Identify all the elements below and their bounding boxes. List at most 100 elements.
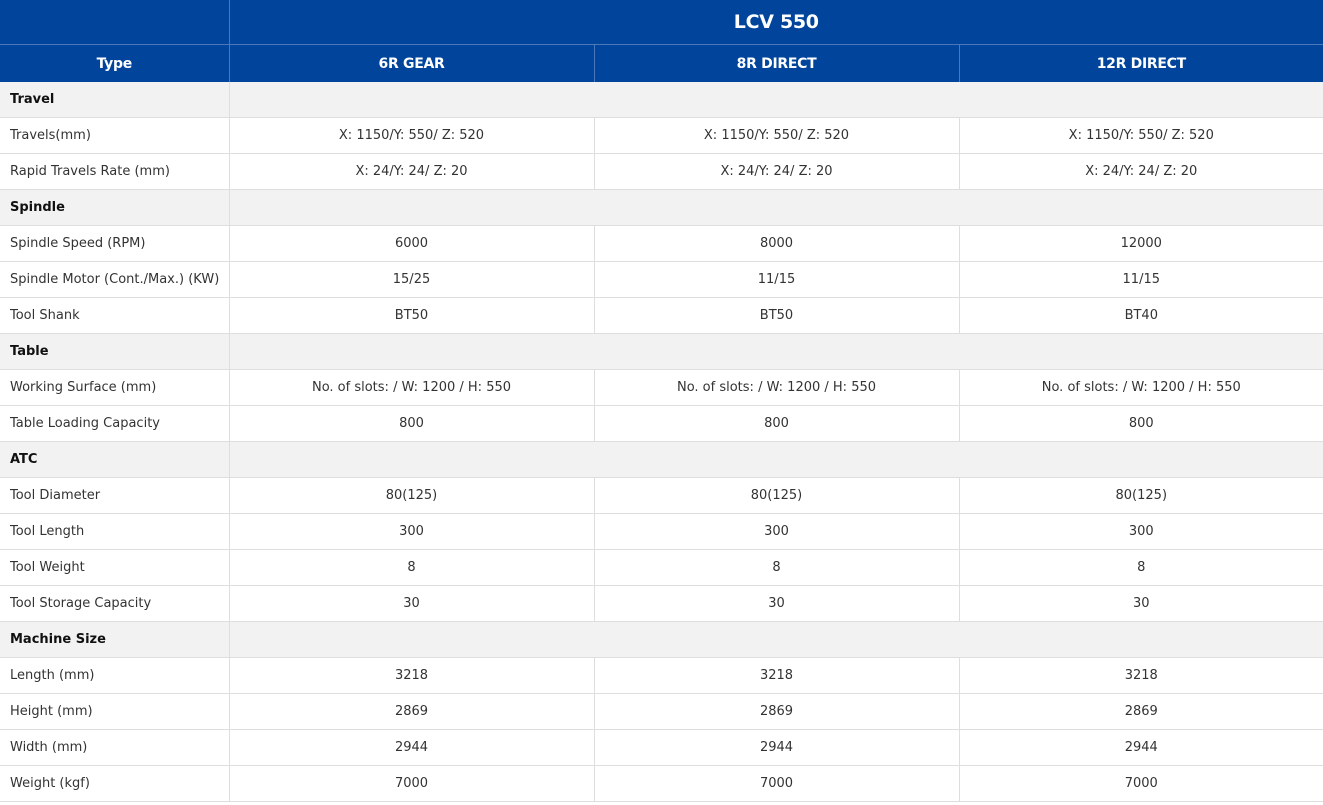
table-row: Working Surface (mm) No. of slots: / W: 1… (0, 369, 1323, 406)
value-cell: 30 (594, 585, 960, 622)
value-cell: 7000 (959, 765, 1323, 802)
section-row: Travel (0, 82, 1323, 118)
table-row: Tool Length 300 300 300 (0, 513, 1323, 550)
value-cell: 2944 (959, 729, 1323, 766)
row-label: Tool Storage Capacity (0, 585, 230, 622)
section-title: ATC (0, 441, 230, 478)
value-cell: 2944 (229, 729, 595, 766)
value-cell: No. of slots: / W: 1200 / H: 550 (594, 369, 960, 406)
value-cell: X: 1150/Y: 550/ Z: 520 (229, 117, 595, 154)
value-cell: X: 1150/Y: 550/ Z: 520 (594, 117, 960, 154)
value-cell: 2944 (594, 729, 960, 766)
row-label: Height (mm) (0, 693, 230, 730)
value-cell: 7000 (594, 765, 960, 802)
value-cell: BT50 (594, 297, 960, 334)
value-cell: 30 (959, 585, 1323, 622)
spec-table-body: Travel Travels(mm) X: 1150/Y: 550/ Z: 520 X… (0, 82, 1323, 802)
table-row: Length (mm) 3218 3218 3218 (0, 657, 1323, 694)
value-cell: X: 1150/Y: 550/ Z: 520 (959, 117, 1323, 154)
row-label: Weight (kgf) (0, 765, 230, 802)
header-columns-row: Type 6R GEAR 8R DIRECT 12R DIRECT (0, 44, 1323, 82)
table-row: Travels(mm) X: 1150/Y: 550/ Z: 520 X: 1150… (0, 117, 1323, 154)
value-cell: 800 (229, 405, 595, 442)
value-cell: 800 (959, 405, 1323, 442)
value-cell: 300 (594, 513, 960, 550)
row-label: Tool Length (0, 513, 230, 550)
row-label: Travels(mm) (0, 117, 230, 154)
table-row: Table Loading Capacity 800 800 800 (0, 405, 1323, 442)
table-row: Tool Weight 8 8 8 (0, 549, 1323, 586)
row-label: Working Surface (mm) (0, 369, 230, 406)
value-cell: 7000 (229, 765, 595, 802)
value-cell: No. of slots: / W: 1200 / H: 550 (959, 369, 1323, 406)
row-label: Tool Diameter (0, 477, 230, 514)
table-row: Tool Storage Capacity 30 30 30 (0, 585, 1323, 622)
column-header-type: Type (0, 44, 230, 82)
table-row: Rapid Travels Rate (mm) X: 24/Y: 24/ Z: 2… (0, 153, 1323, 190)
value-cell: 6000 (229, 225, 595, 262)
section-title: Travel (0, 82, 230, 118)
table-row: Spindle Motor (Cont./Max.) (KW) 15/25 11/1… (0, 261, 1323, 298)
value-cell: BT40 (959, 297, 1323, 334)
row-label: Table Loading Capacity (0, 405, 230, 442)
value-cell: 3218 (594, 657, 960, 694)
row-label: Length (mm) (0, 657, 230, 694)
row-label: Rapid Travels Rate (mm) (0, 153, 230, 190)
column-header-8r-direct: 8R DIRECT (594, 44, 960, 82)
value-cell: 8000 (594, 225, 960, 262)
section-filler-cell (229, 82, 1323, 118)
section-filler-cell (229, 441, 1323, 478)
table-row: Tool Diameter 80(125) 80(125) 80(125) (0, 477, 1323, 514)
row-label: Tool Shank (0, 297, 230, 334)
value-cell: 11/15 (594, 261, 960, 298)
section-filler-cell (229, 189, 1323, 226)
value-cell: X: 24/Y: 24/ Z: 20 (229, 153, 595, 190)
spec-table-header: LCV 550 Type 6R GEAR 8R DIRECT 12R DIREC… (0, 0, 1323, 82)
section-row: Machine Size (0, 621, 1323, 658)
table-row: Tool Shank BT50 BT50 BT40 (0, 297, 1323, 334)
header-corner-cell (0, 0, 230, 45)
value-cell: 8 (594, 549, 960, 586)
value-cell: 3218 (959, 657, 1323, 694)
spec-table: LCV 550 Type 6R GEAR 8R DIRECT 12R DIREC… (0, 0, 1323, 802)
value-cell: 30 (229, 585, 595, 622)
row-label: Tool Weight (0, 549, 230, 586)
value-cell: 2869 (959, 693, 1323, 730)
value-cell: 80(125) (594, 477, 960, 514)
section-row: Table (0, 333, 1323, 370)
section-title: Table (0, 333, 230, 370)
value-cell: 2869 (229, 693, 595, 730)
section-row: ATC (0, 441, 1323, 478)
column-header-6r-gear: 6R GEAR (229, 44, 595, 82)
value-cell: 80(125) (959, 477, 1323, 514)
value-cell: 300 (959, 513, 1323, 550)
value-cell: 2869 (594, 693, 960, 730)
header-model-row: LCV 550 (0, 0, 1323, 45)
model-title: LCV 550 (229, 0, 1323, 45)
value-cell: 12000 (959, 225, 1323, 262)
section-filler-cell (229, 333, 1323, 370)
table-row: Weight (kgf) 7000 7000 7000 (0, 765, 1323, 802)
value-cell: 15/25 (229, 261, 595, 298)
section-title: Machine Size (0, 621, 230, 658)
section-row: Spindle (0, 189, 1323, 226)
value-cell: X: 24/Y: 24/ Z: 20 (959, 153, 1323, 190)
table-row: Height (mm) 2869 2869 2869 (0, 693, 1323, 730)
value-cell: 80(125) (229, 477, 595, 514)
row-label: Width (mm) (0, 729, 230, 766)
section-title: Spindle (0, 189, 230, 226)
table-row: Width (mm) 2944 2944 2944 (0, 729, 1323, 766)
table-row: Spindle Speed (RPM) 6000 8000 12000 (0, 225, 1323, 262)
value-cell: 11/15 (959, 261, 1323, 298)
value-cell: No. of slots: / W: 1200 / H: 550 (229, 369, 595, 406)
value-cell: X: 24/Y: 24/ Z: 20 (594, 153, 960, 190)
column-header-12r-direct: 12R DIRECT (959, 44, 1323, 82)
value-cell: 3218 (229, 657, 595, 694)
row-label: Spindle Motor (Cont./Max.) (KW) (0, 261, 230, 298)
value-cell: 8 (229, 549, 595, 586)
value-cell: 300 (229, 513, 595, 550)
value-cell: 8 (959, 549, 1323, 586)
row-label: Spindle Speed (RPM) (0, 225, 230, 262)
section-filler-cell (229, 621, 1323, 658)
value-cell: BT50 (229, 297, 595, 334)
